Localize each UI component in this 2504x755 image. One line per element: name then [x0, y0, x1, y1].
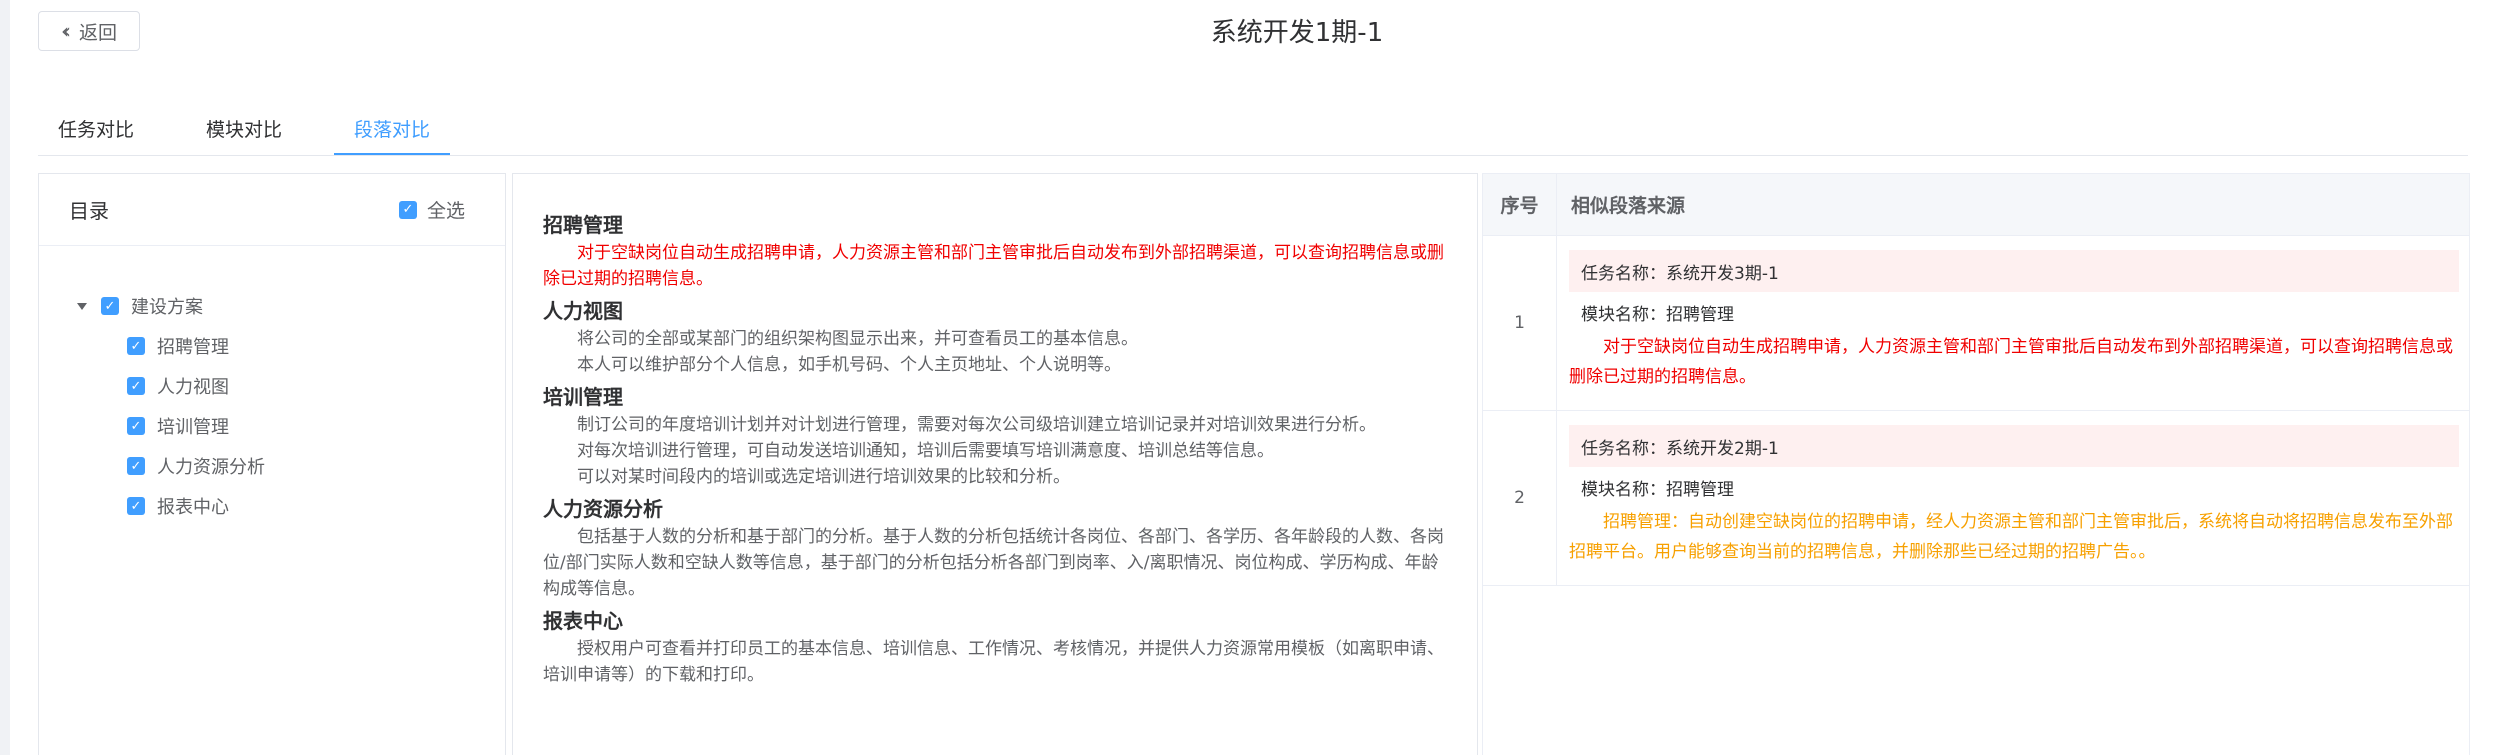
row-number: 1	[1483, 236, 1557, 410]
task-name-value: 系统开发3期-1	[1666, 263, 1779, 284]
tree-node-label: 人力资源分析	[157, 457, 265, 478]
table-row: 2 任务名称： 系统开发2期-1 模块名称： 招聘管理 招聘管理：自动创建空缺岗…	[1483, 411, 2469, 586]
column-header-source: 相似段落来源	[1571, 195, 1686, 217]
checkbox-checked-icon[interactable]: ✓	[127, 417, 145, 435]
module-name-prefix: 模块名称：	[1581, 479, 1666, 500]
module-name-line: 模块名称： 招聘管理	[1569, 292, 2459, 332]
left-edge-strip	[0, 0, 10, 755]
select-all-checkbox[interactable]: ✓ 全选	[398, 196, 465, 223]
module-name-line: 模块名称： 招聘管理	[1569, 467, 2459, 507]
task-name-bar: 任务名称： 系统开发2期-1	[1569, 425, 2459, 467]
similar-paragraph-text: 对于空缺岗位自动生成招聘申请，人力资源主管和部门主管审批后自动发布到外部招聘渠道…	[1569, 337, 2453, 387]
tree-node-label: 人力视图	[157, 377, 229, 398]
toc-tree: ✓ 建设方案 ✓ 招聘管理 ✓ 人力视图 ✓ 培训管理 ✓ 人力资源分析 ✓ 报…	[39, 246, 505, 526]
tree-node-training[interactable]: ✓ 培训管理	[39, 406, 505, 446]
row-source-cell: 任务名称： 系统开发2期-1 模块名称： 招聘管理 招聘管理：自动创建空缺岗位的…	[1557, 411, 2469, 585]
section-title: 报表中心	[543, 609, 623, 633]
checkbox-checked-icon[interactable]: ✓	[127, 337, 145, 355]
module-name-prefix: 模块名称：	[1581, 304, 1666, 325]
tree-node-label: 报表中心	[157, 497, 229, 518]
section-title: 招聘管理	[543, 213, 623, 237]
section-body: 将公司的全部或某部门的组织架构图显示出来，并可查看员工的基本信息。 本人可以维护…	[543, 326, 1447, 378]
checkbox-checked-icon[interactable]: ✓	[127, 377, 145, 395]
section-paragraph: 包括基于人数的分析和基于部门的分析。基于人数的分析包括统计各岗位、各部门、各学历…	[543, 527, 1444, 599]
row-source-cell: 任务名称： 系统开发3期-1 模块名称： 招聘管理 对于空缺岗位自动生成招聘申请…	[1557, 236, 2469, 410]
checkbox-checked-icon[interactable]: ✓	[127, 457, 145, 475]
tab-divider	[38, 155, 2468, 156]
document-content-panel: 招聘管理 对于空缺岗位自动生成招聘申请，人力资源主管和部门主管审批后自动发布到外…	[512, 173, 1478, 755]
section-paragraph: 对每次培训进行管理，可自动发送培训通知，培训后需要填写培训满意度、培训总结等信息…	[577, 441, 1274, 461]
section-title: 人力视图	[543, 299, 623, 323]
section-body: 制订公司的年度培训计划并对计划进行管理，需要对每次公司级培训建立培训记录并对培训…	[543, 412, 1447, 490]
select-all-label: 全选	[426, 200, 465, 222]
tab-module-compare[interactable]: 模块对比	[186, 100, 302, 156]
tab-paragraph-compare[interactable]: 段落对比	[334, 100, 451, 156]
task-name-prefix: 任务名称：	[1581, 263, 1666, 284]
section-paragraph: 将公司的全部或某部门的组织架构图显示出来，并可查看员工的基本信息。	[577, 329, 1138, 349]
module-name-value: 招聘管理	[1666, 304, 1734, 325]
page-title: 系统开发1期-1	[1210, 18, 1384, 48]
similar-paragraph-table: 序号 相似段落来源 1 任务名称： 系统开发3期-1 模块名称： 招聘管理 对于…	[1482, 173, 2470, 755]
tree-node-label: 培训管理	[157, 417, 229, 438]
tab-task-compare[interactable]: 任务对比	[38, 100, 154, 156]
section-paragraph: 本人可以维护部分个人信息，如手机号码、个人主页地址、个人说明等。	[577, 355, 1121, 375]
section-paragraph-highlighted: 对于空缺岗位自动生成招聘申请，人力资源主管和部门主管审批后自动发布到外部招聘渠道…	[543, 243, 1444, 289]
module-name-value: 招聘管理	[1666, 479, 1734, 500]
toc-panel: 目录 ✓ 全选 ✓ 建设方案 ✓ 招聘管理 ✓ 人力视图 ✓ 培训管理 ✓ 人力…	[38, 173, 506, 755]
column-header-no: 序号	[1483, 174, 1557, 235]
tree-node-hr-analysis[interactable]: ✓ 人力资源分析	[39, 446, 505, 486]
toc-header: 目录 ✓ 全选	[39, 174, 505, 246]
checkbox-checked-icon[interactable]: ✓	[101, 297, 119, 315]
tree-node-recruitment[interactable]: ✓ 招聘管理	[39, 326, 505, 366]
toc-title: 目录	[69, 199, 109, 223]
table-header: 序号 相似段落来源	[1483, 174, 2469, 236]
checkbox-checked-icon[interactable]: ✓	[127, 497, 145, 515]
similar-paragraph-text: 招聘管理：自动创建空缺岗位的招聘申请，经人力资源主管和部门主管审批后，系统将自动…	[1569, 512, 2453, 562]
section-paragraph: 可以对某时间段内的培训或选定培训进行培训效果的比较和分析。	[577, 467, 1070, 487]
task-name-value: 系统开发2期-1	[1666, 438, 1779, 459]
tree-node-report-center[interactable]: ✓ 报表中心	[39, 486, 505, 526]
task-name-bar: 任务名称： 系统开发3期-1	[1569, 250, 2459, 292]
caret-down-icon[interactable]	[77, 302, 87, 310]
section-paragraph: 制订公司的年度培训计划并对计划进行管理，需要对每次公司级培训建立培训记录并对培训…	[577, 415, 1376, 435]
tree-node-label: 招聘管理	[157, 337, 229, 358]
tree-node-hr-view[interactable]: ✓ 人力视图	[39, 366, 505, 406]
tab-bar: 任务对比 模块对比 段落对比	[38, 100, 482, 156]
section-paragraph: 授权用户可查看并打印员工的基本信息、培训信息、工作情况、考核情况，并提供人力资源…	[543, 639, 1444, 685]
task-name-prefix: 任务名称：	[1581, 438, 1666, 459]
tree-node-root[interactable]: ✓ 建设方案	[39, 286, 505, 326]
section-title: 培训管理	[543, 385, 623, 409]
row-number: 2	[1483, 411, 1557, 585]
tree-node-label: 建设方案	[131, 297, 203, 318]
checkbox-checked-icon: ✓	[398, 200, 417, 219]
table-row: 1 任务名称： 系统开发3期-1 模块名称： 招聘管理 对于空缺岗位自动生成招聘…	[1483, 236, 2469, 411]
section-title: 人力资源分析	[543, 497, 663, 521]
